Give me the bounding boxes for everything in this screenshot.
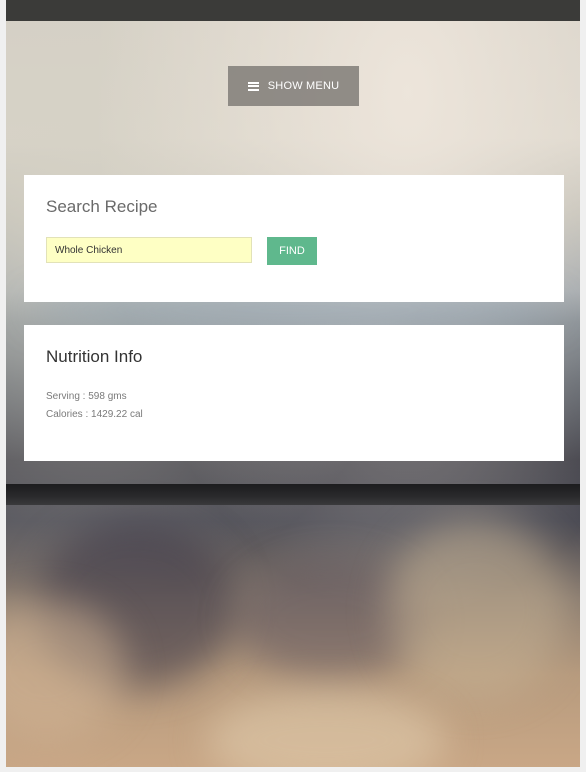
search-recipe-card: Search Recipe FIND bbox=[24, 175, 564, 302]
nutrition-info-card: Nutrition Info Serving : 598 gms Calorie… bbox=[24, 325, 564, 461]
serving-info: Serving : 598 gms bbox=[46, 391, 127, 402]
background-blur bbox=[386, 520, 566, 700]
show-menu-label: SHOW MENU bbox=[267, 80, 340, 92]
nutrition-info-title: Nutrition Info bbox=[46, 347, 143, 366]
find-button[interactable]: FIND bbox=[267, 237, 317, 265]
page: SHOW MENU Search Recipe FIND Nutrition I… bbox=[0, 0, 586, 772]
calories-info: Calories : 1429.22 cal bbox=[46, 409, 143, 420]
recipe-search-input[interactable] bbox=[46, 237, 252, 263]
dark-divider-band bbox=[6, 484, 580, 505]
hamburger-icon bbox=[247, 81, 259, 91]
show-menu-button[interactable]: SHOW MENU bbox=[228, 66, 359, 106]
search-recipe-title: Search Recipe bbox=[46, 197, 158, 216]
background-viewport: SHOW MENU Search Recipe FIND Nutrition I… bbox=[6, 0, 580, 767]
top-bar bbox=[6, 0, 580, 21]
background-blur bbox=[206, 690, 446, 767]
